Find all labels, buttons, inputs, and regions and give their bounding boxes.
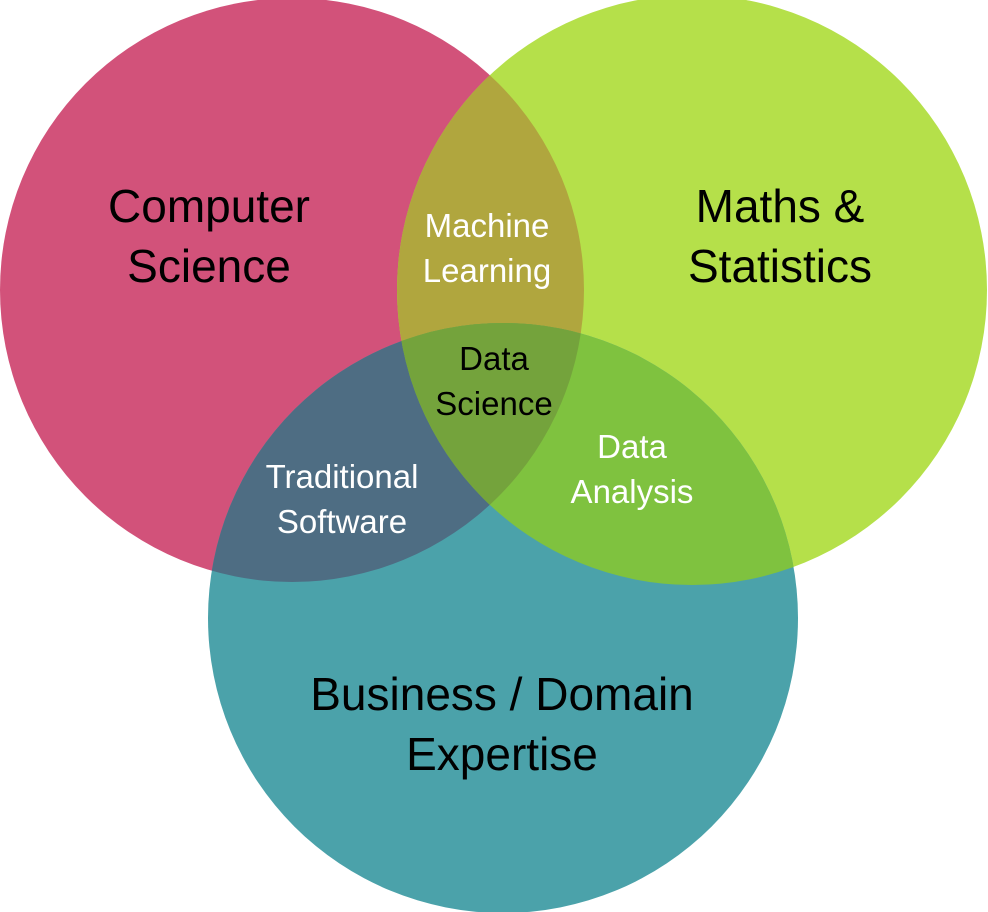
ts-line-2: Software bbox=[276, 503, 408, 540]
ms-line-1: Maths & bbox=[695, 180, 865, 232]
ms-line-2: Statistics bbox=[687, 240, 873, 292]
ts-line-1: Traditional bbox=[265, 458, 419, 495]
ml-line-2: Learning bbox=[422, 252, 552, 289]
label-data-analysis: Data Analysis bbox=[571, 424, 694, 514]
da-line-1: Data bbox=[597, 428, 667, 465]
da-line-2: Analysis bbox=[570, 473, 694, 510]
venn-diagram: Computer Science Maths & Statistics Busi… bbox=[0, 0, 988, 912]
bd-line-2: Expertise bbox=[406, 728, 598, 780]
ds-line-1: Data bbox=[459, 340, 529, 377]
label-business-domain: Business / Domain Expertise bbox=[310, 664, 694, 784]
label-computer-science: Computer Science bbox=[108, 176, 310, 296]
cs-line-1: Computer bbox=[108, 180, 310, 232]
label-machine-learning: Machine Learning bbox=[423, 203, 551, 293]
ds-line-2: Science bbox=[435, 385, 553, 422]
label-maths-statistics: Maths & Statistics bbox=[688, 176, 872, 296]
ml-line-1: Machine bbox=[424, 207, 550, 244]
cs-line-2: Science bbox=[127, 240, 291, 292]
bd-line-1: Business / Domain bbox=[310, 668, 694, 720]
label-traditional-software: Traditional Software bbox=[266, 454, 419, 544]
label-data-science: Data Science bbox=[435, 336, 552, 426]
